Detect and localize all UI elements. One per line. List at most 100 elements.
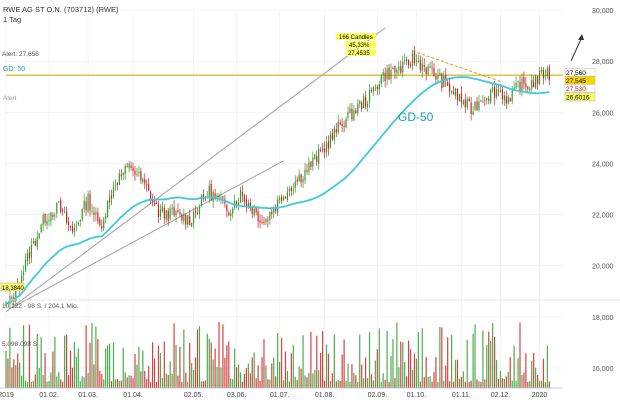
volume-bar — [11, 367, 13, 388]
volume-bar — [447, 337, 449, 388]
volume-bar — [32, 380, 34, 388]
volume-bar — [462, 371, 464, 388]
volume-bar — [406, 376, 408, 388]
candle-body — [388, 67, 390, 80]
volume-bar — [48, 381, 50, 388]
candle-body — [310, 161, 312, 167]
candle-body — [40, 224, 42, 233]
volume-bar — [351, 364, 353, 388]
candle-body — [214, 193, 216, 197]
volume-low-label: 10,122 · 98 S. / 204,1 Mio. — [2, 303, 79, 310]
volume-bar — [103, 379, 105, 388]
candle-body — [523, 76, 525, 85]
candle-body — [230, 213, 232, 217]
volume-bar — [28, 324, 31, 388]
candle-body — [349, 107, 351, 113]
candle-body — [173, 207, 175, 216]
volume-bar — [177, 375, 179, 388]
volume-bar — [533, 352, 535, 388]
volume-bar — [392, 339, 394, 388]
volume-bar — [132, 378, 134, 388]
candle-body — [261, 221, 263, 223]
candle-body — [429, 65, 431, 69]
volume-bar — [320, 353, 322, 388]
candle-body — [370, 89, 373, 92]
candle-body — [474, 101, 476, 110]
chart-interval: 1 Tag — [3, 15, 21, 24]
candle-body — [114, 185, 117, 186]
volume-bar — [148, 365, 150, 388]
candle-body — [95, 212, 97, 215]
candle-body — [269, 211, 271, 221]
volume-bar — [198, 326, 201, 388]
volume-bar — [398, 367, 400, 388]
volume-bar — [515, 381, 517, 388]
volume-bar — [210, 342, 212, 388]
volume-bar — [376, 349, 378, 388]
volume-bar — [497, 379, 500, 388]
volume-bar — [79, 381, 81, 388]
candle-body — [302, 179, 304, 183]
volume-bar — [279, 361, 281, 388]
volume-bar — [394, 378, 396, 388]
volume-bar — [341, 354, 343, 388]
volume-bar — [263, 339, 265, 388]
volume-bar — [482, 330, 484, 388]
volume-bar — [445, 365, 447, 388]
candle-body — [290, 187, 292, 191]
volume-bar — [439, 327, 441, 388]
volume-bar — [122, 347, 124, 388]
volume-bar — [333, 334, 335, 388]
candle-body — [267, 219, 269, 221]
candle-body — [431, 67, 433, 69]
candle-body — [257, 211, 259, 222]
volume-bar — [425, 357, 427, 388]
volume-bar — [476, 379, 478, 388]
candle-body — [361, 102, 363, 109]
candle-body — [87, 194, 89, 212]
volume-bar — [77, 348, 79, 388]
volume-bar — [374, 360, 376, 388]
candle-body — [503, 95, 505, 101]
volume-bar — [208, 338, 210, 388]
candle-body — [226, 205, 228, 212]
candle-body — [67, 221, 70, 226]
volume-bar — [153, 358, 156, 388]
candle-body — [318, 148, 320, 164]
candle-body — [288, 188, 290, 192]
candle-body — [384, 73, 386, 82]
candle-body — [255, 208, 257, 213]
candle-body — [253, 208, 255, 216]
candle-body — [71, 226, 74, 232]
candle-body — [159, 209, 161, 217]
volume-bar — [83, 377, 85, 388]
candle-body — [157, 204, 160, 218]
volume-bar — [325, 344, 328, 388]
volume-bar — [237, 364, 240, 388]
volume-bar — [404, 361, 406, 388]
candle-body — [298, 174, 300, 182]
volume-bar — [368, 332, 371, 388]
volume-bar — [540, 380, 543, 388]
volume-bar — [95, 326, 97, 388]
volume-bar — [191, 362, 193, 388]
volume-bar — [118, 381, 120, 388]
volume-bar — [89, 342, 91, 388]
candle-body — [368, 90, 371, 103]
x-tick-label: 01.08. — [315, 392, 335, 399]
volume-bar — [454, 359, 457, 388]
candle-body — [490, 89, 492, 103]
x-tick-label: 01.04. — [123, 392, 143, 399]
volume-bar — [9, 327, 11, 388]
volume-bar — [490, 340, 492, 388]
candle-body — [505, 96, 507, 104]
gd50-label: GD-50 — [398, 110, 434, 124]
volume-bar — [544, 381, 547, 388]
volume-bar — [64, 335, 66, 388]
candle-body — [452, 91, 455, 95]
candle-body — [359, 101, 361, 105]
volume-bar — [126, 377, 128, 388]
y-tick-label: 30,000 — [592, 8, 614, 15]
volume-bar — [298, 366, 300, 388]
candle-body — [331, 133, 333, 140]
